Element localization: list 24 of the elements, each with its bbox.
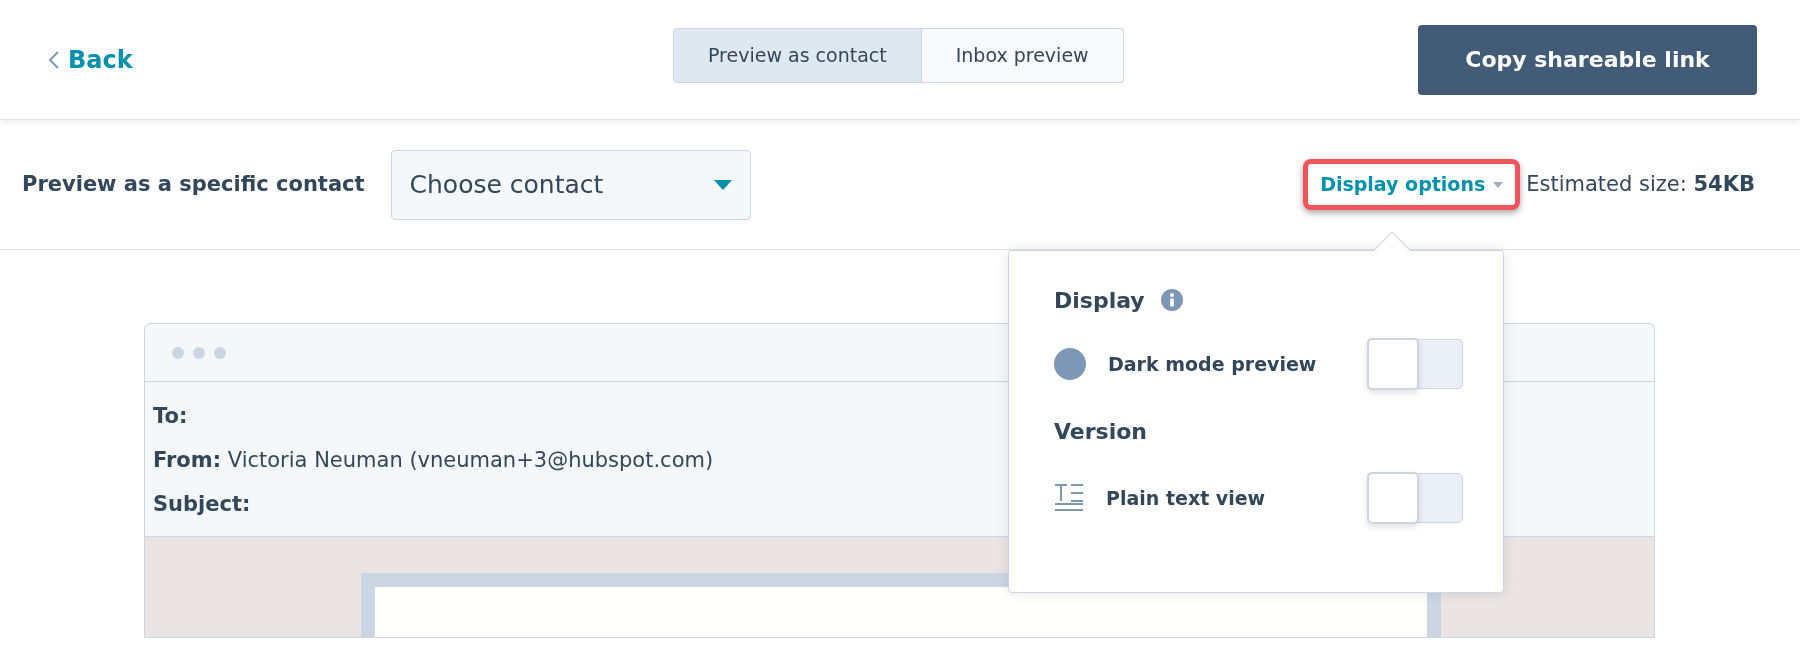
back-link[interactable]: Back [48, 41, 133, 78]
toggle-switch[interactable] [1368, 339, 1463, 389]
section-heading: Version [1054, 417, 1147, 446]
tab[interactable]: Preview as contact [673, 28, 922, 83]
info-icon[interactable] [1160, 289, 1183, 311]
copy-link-button[interactable]: Copy shareable link [1418, 24, 1757, 95]
option-label: Plain text view [1106, 485, 1266, 511]
display-options-button[interactable]: Display options [1303, 159, 1521, 210]
contact-dropdown[interactable]: Choose contact [390, 149, 751, 220]
caret-down-icon [713, 179, 732, 190]
tab[interactable]: Inbox preview [921, 28, 1124, 83]
toggle-switch[interactable] [1368, 473, 1463, 523]
email-header-line: To: [153, 403, 188, 430]
option-label: Dark mode preview [1108, 351, 1317, 377]
circle-icon [1054, 348, 1086, 380]
text-lines-icon [1054, 482, 1084, 514]
email-header-line: Subject: [153, 491, 251, 518]
email-header-line: From: Victoria Neuman (vneuman+3@hubspot.com) [153, 447, 714, 474]
estimated-size-text: Estimated size: 54KB [1526, 170, 1755, 198]
caret-down-icon [1493, 181, 1504, 188]
window-dots-icon [172, 346, 226, 359]
chevron-left-icon [48, 49, 60, 70]
preview-contact-label: Preview as a specific contact [22, 170, 365, 198]
section-heading: Display [1054, 286, 1145, 315]
